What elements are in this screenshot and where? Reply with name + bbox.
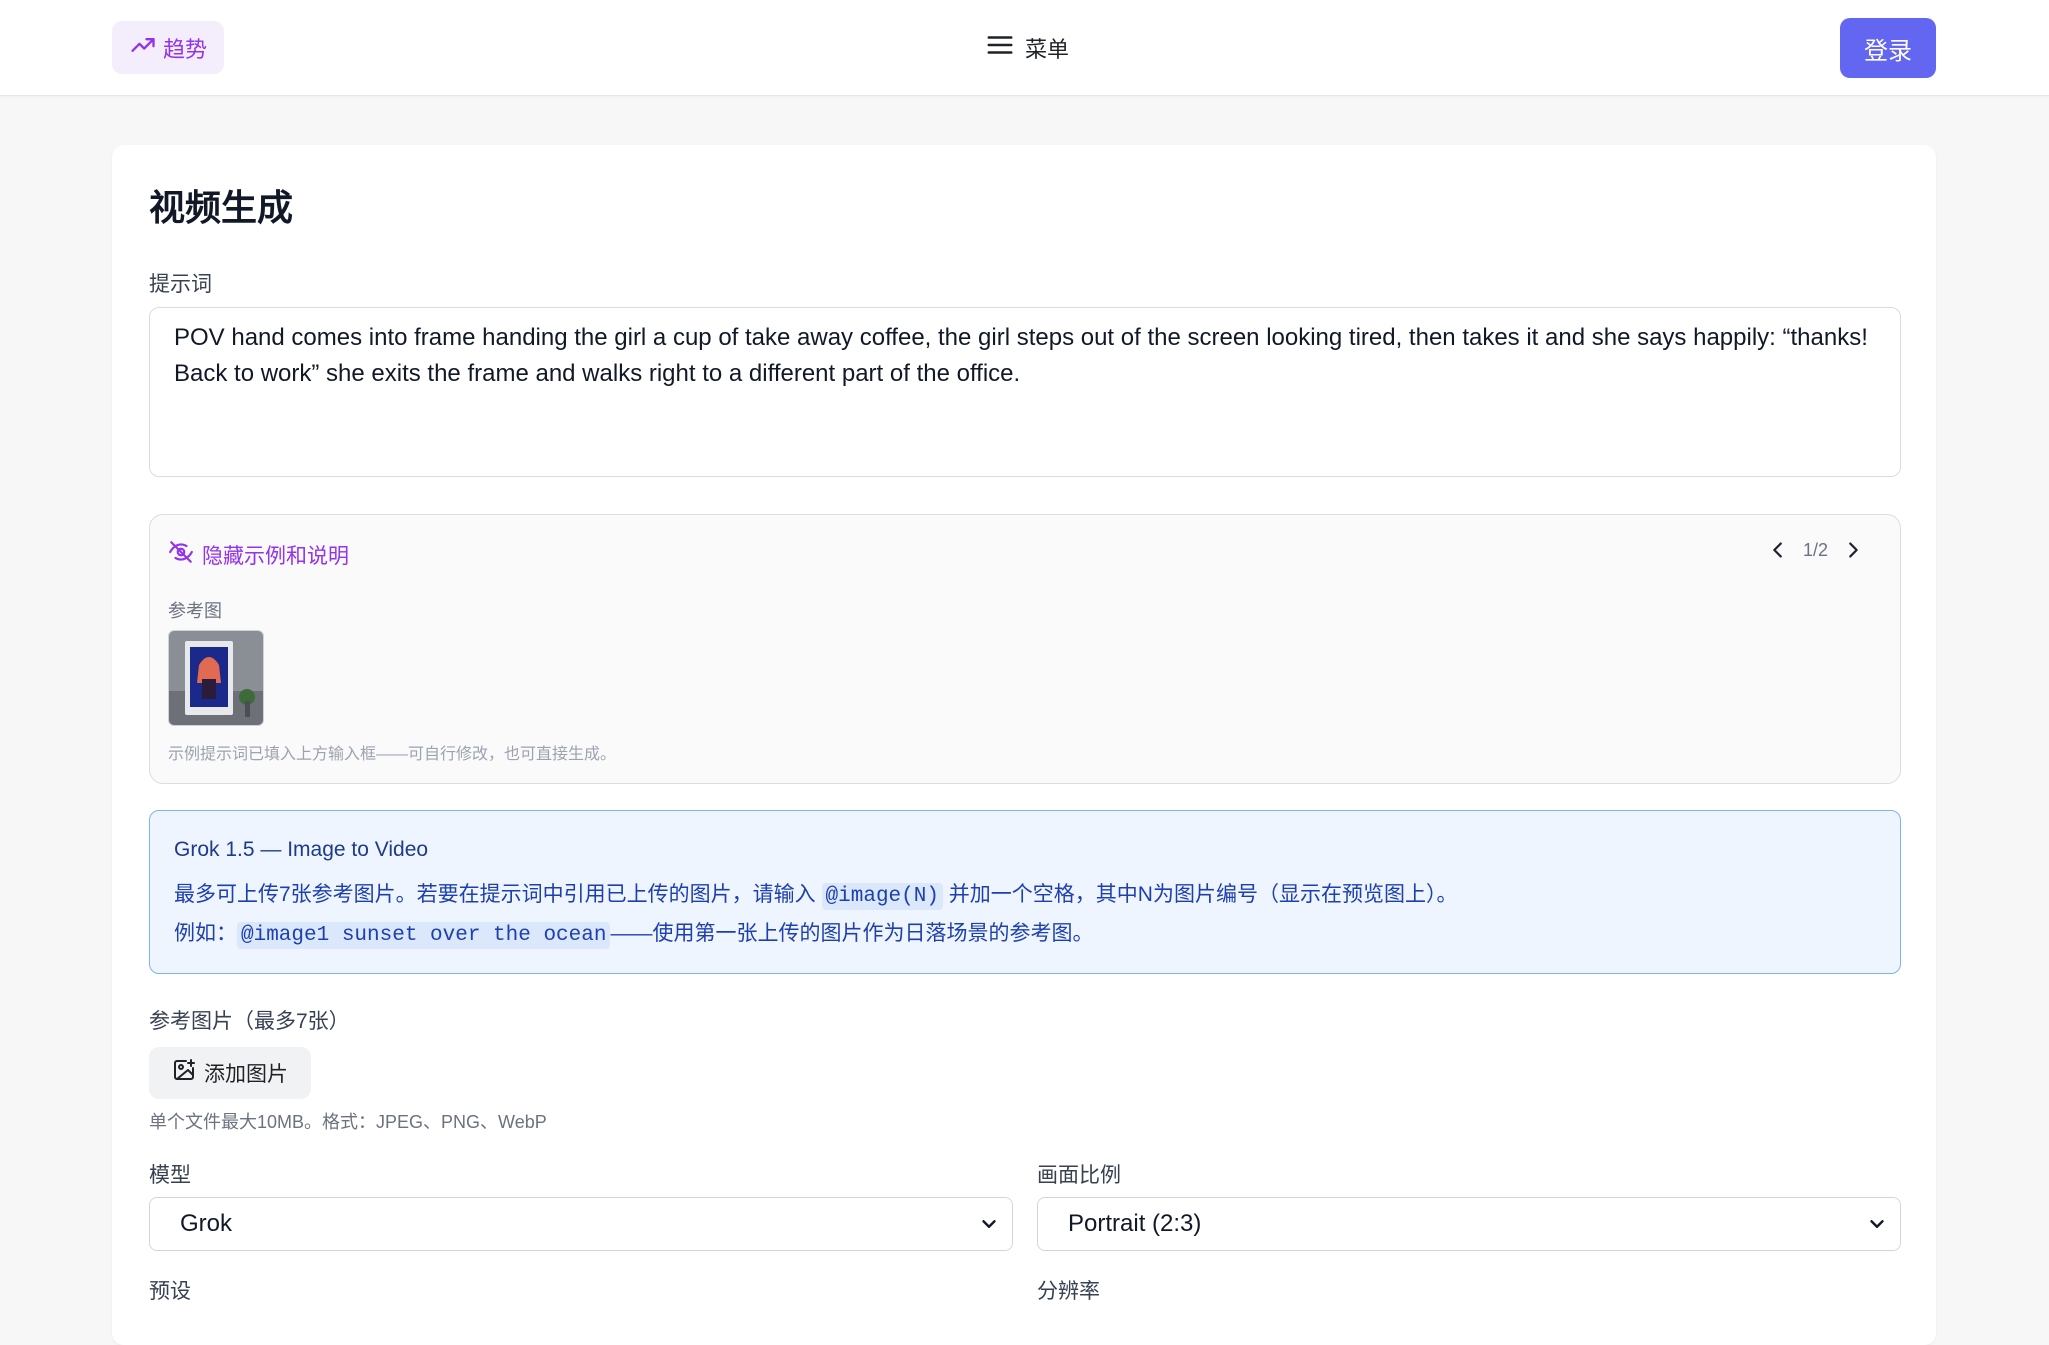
- add-image-button[interactable]: 添加图片: [149, 1047, 311, 1099]
- model-info-box: Grok 1.5 — Image to Video 最多可上传7张参考图片。若要…: [149, 810, 1901, 974]
- file-limit-note: 单个文件最大10MB。格式：JPEG、PNG、WebP: [149, 1112, 547, 1132]
- menu-button[interactable]: 菜单: [985, 30, 1069, 66]
- pager-count: 1/2: [1802, 539, 1828, 560]
- reference-image-label: 参考图: [168, 601, 222, 621]
- chevron-left-icon[interactable]: [1767, 539, 1789, 561]
- login-button[interactable]: 登录: [1840, 18, 1936, 78]
- reference-images-label: 参考图片（最多7张）: [149, 1010, 350, 1033]
- menu-label: 菜单: [1025, 37, 1070, 62]
- info-line2-tail: 并加一个空格，其中N为图片编号（显示在预览图上）。: [948, 883, 1458, 906]
- preset-label: 预设: [149, 1280, 191, 1303]
- top-nav: 趋势 菜单 登录: [0, 0, 2049, 96]
- reference-thumbnail[interactable]: [168, 630, 264, 726]
- trending-up-icon: [129, 31, 157, 65]
- model-selected-value: Grok: [180, 1210, 233, 1237]
- aspect-ratio-label: 画面比例: [1037, 1164, 1121, 1187]
- prompt-textarea[interactable]: POV hand comes into frame handing the gi…: [149, 307, 1901, 477]
- model-label: 模型: [149, 1164, 191, 1187]
- hide-examples-toggle[interactable]: 隐藏示例和说明: [168, 539, 349, 571]
- chevron-right-icon[interactable]: [1842, 539, 1864, 561]
- aspect-selected-value: Portrait (2:3): [1068, 1210, 1202, 1237]
- image-ref-syntax: @image(N): [821, 883, 943, 910]
- eye-off-icon: [168, 539, 194, 571]
- example-pager: 1/2: [1767, 539, 1864, 561]
- model-select[interactable]: Grok: [149, 1197, 1013, 1251]
- image-add-icon: [172, 1058, 196, 1088]
- info-instructions: 最多可上传7张参考图片。若要在提示词中引用已上传的图片，请输入 @image(N…: [174, 878, 1458, 910]
- info-example: 例如： @image1 sunset over the ocean ——使用第一张上…: [174, 917, 1094, 949]
- trend-button[interactable]: 趋势: [112, 21, 224, 74]
- info-line3-tail: ——使用第一张上传的图片作为日落场景的参考图。: [610, 922, 1094, 945]
- resolution-label: 分辨率: [1037, 1280, 1100, 1303]
- example-note: 示例提示词已填入上方输入框——可自行修改，也可直接生成。: [168, 746, 617, 763]
- trend-label: 趋势: [162, 36, 207, 62]
- hamburger-icon: [985, 30, 1015, 66]
- info-line2-text: 最多可上传7张参考图片。若要在提示词中引用已上传的图片，请输入: [174, 883, 816, 906]
- hide-examples-label: 隐藏示例和说明: [202, 545, 349, 568]
- chevron-down-icon: [982, 1220, 996, 1228]
- page-title: 视频生成: [149, 187, 294, 228]
- add-image-label: 添加图片: [204, 1063, 288, 1086]
- aspect-ratio-select[interactable]: Portrait (2:3): [1037, 1197, 1901, 1251]
- chevron-down-icon: [1870, 1220, 1884, 1228]
- prompt-label: 提示词: [149, 273, 212, 296]
- example-code: @image1 sunset over the ocean: [237, 922, 611, 949]
- info-title: Grok 1.5 — Image to Video: [174, 838, 429, 861]
- info-line3-text: 例如：: [174, 922, 237, 945]
- examples-panel: 隐藏示例和说明 1/2 参考图 示例提示词已填入上方输入框——可自行修改，也可直…: [149, 514, 1901, 784]
- video-generation-card: 视频生成 提示词 POV hand comes into frame handi…: [112, 145, 1936, 1345]
